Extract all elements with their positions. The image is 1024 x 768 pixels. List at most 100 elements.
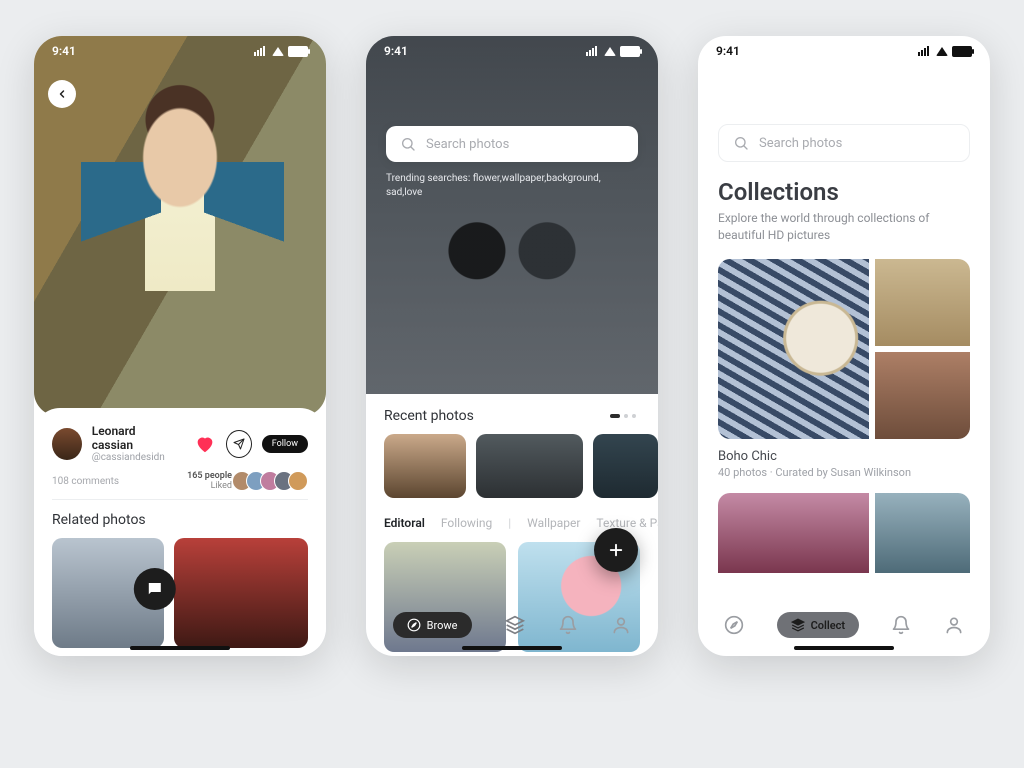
author-row: Leonard cassian @cassiandesidn Follow bbox=[52, 424, 308, 463]
comments-fab[interactable] bbox=[134, 568, 176, 610]
battery-icon bbox=[620, 46, 640, 57]
author-text: Leonard cassian @cassiandesidn bbox=[92, 424, 174, 463]
nav-collections-label: Collect bbox=[811, 619, 845, 632]
status-bar: 9:41 bbox=[698, 36, 990, 66]
layers-icon bbox=[791, 618, 805, 632]
add-fab[interactable] bbox=[594, 528, 638, 572]
likes-count: 165 people bbox=[187, 471, 232, 481]
trending-searches[interactable]: Trending searches: flower,wallpaper,back… bbox=[386, 172, 638, 200]
author-name[interactable]: Leonard cassian bbox=[92, 424, 174, 452]
comments-count[interactable]: 108 comments bbox=[52, 476, 119, 487]
likes-label: Liked bbox=[187, 481, 232, 491]
nav-notifications[interactable] bbox=[558, 615, 578, 635]
status-time: 9:41 bbox=[716, 44, 740, 58]
send-icon bbox=[233, 438, 245, 450]
tab-following[interactable]: Following bbox=[441, 516, 492, 530]
collection-card[interactable] bbox=[718, 493, 970, 573]
battery-icon bbox=[288, 46, 308, 57]
likes-block[interactable]: 165 people Liked bbox=[187, 471, 308, 491]
tab-texture[interactable]: Texture & Pa bbox=[596, 516, 658, 530]
recent-photo[interactable] bbox=[476, 434, 584, 498]
liker-avatars bbox=[238, 471, 308, 491]
wifi-icon bbox=[936, 47, 948, 56]
back-button[interactable] bbox=[48, 80, 76, 108]
chevron-left-icon bbox=[56, 88, 68, 100]
bottom-nav: Collect bbox=[698, 612, 990, 638]
collection-thumb bbox=[875, 259, 970, 346]
heart-icon bbox=[194, 433, 216, 455]
stats-row: 108 comments 165 people Liked bbox=[52, 471, 308, 500]
compass-icon bbox=[724, 615, 744, 635]
carousel-dots[interactable] bbox=[610, 414, 636, 418]
like-button[interactable] bbox=[194, 433, 216, 455]
signal-icon bbox=[586, 46, 600, 56]
related-photo[interactable] bbox=[174, 538, 308, 648]
collection-meta: 40 photos · Curated by Susan Wilkinson bbox=[718, 466, 970, 479]
layers-icon bbox=[505, 615, 525, 635]
share-button[interactable] bbox=[226, 430, 252, 458]
search-box[interactable]: Search photos bbox=[386, 126, 638, 162]
status-bar: 9:41 bbox=[366, 36, 658, 66]
nav-browse[interactable] bbox=[724, 615, 744, 635]
nav-collections[interactable]: Collect bbox=[777, 612, 859, 638]
search-placeholder: Search photos bbox=[426, 137, 509, 152]
recent-photo[interactable] bbox=[384, 434, 466, 498]
home-indicator bbox=[130, 646, 230, 650]
collection-thumb bbox=[875, 352, 970, 439]
user-icon bbox=[611, 615, 631, 635]
home-indicator bbox=[794, 646, 894, 650]
bottom-nav: Browe bbox=[366, 612, 658, 638]
collection-title[interactable]: Boho Chic bbox=[718, 449, 970, 464]
author-handle: @cassiandesidn bbox=[92, 452, 174, 463]
recent-heading: Recent photos bbox=[384, 408, 474, 424]
nav-browse[interactable]: Browe bbox=[393, 612, 472, 638]
page-title: Collections bbox=[718, 178, 970, 206]
screen-browse: 9:41 Search photos Trending searches: fl… bbox=[366, 36, 658, 656]
tab-separator: | bbox=[508, 516, 511, 530]
signal-icon bbox=[254, 46, 268, 56]
search-icon bbox=[400, 136, 416, 152]
search-icon bbox=[733, 135, 749, 151]
photo-info-card: Leonard cassian @cassiandesidn Follow 10… bbox=[34, 408, 326, 656]
status-indicators bbox=[918, 46, 972, 57]
wifi-icon bbox=[272, 47, 284, 56]
wifi-icon bbox=[604, 47, 616, 56]
collection-cover bbox=[718, 259, 869, 439]
browse-hero: Search photos Trending searches: flower,… bbox=[366, 36, 658, 394]
screen-collections: 9:41 Search photos Collections Explore t… bbox=[698, 36, 990, 656]
nav-notifications[interactable] bbox=[891, 615, 911, 635]
chat-icon bbox=[146, 580, 164, 598]
follow-button[interactable]: Follow bbox=[262, 435, 308, 453]
status-indicators bbox=[586, 46, 640, 57]
bell-icon bbox=[558, 615, 578, 635]
bell-icon bbox=[891, 615, 911, 635]
nav-collections[interactable] bbox=[505, 615, 525, 635]
collection-thumb bbox=[875, 493, 970, 573]
collection-card[interactable] bbox=[718, 259, 970, 439]
nav-profile[interactable] bbox=[944, 615, 964, 635]
status-bar: 9:41 bbox=[34, 36, 326, 66]
compass-icon bbox=[407, 618, 421, 632]
status-time: 9:41 bbox=[52, 44, 76, 58]
nav-profile[interactable] bbox=[611, 615, 631, 635]
hero-photo[interactable] bbox=[34, 36, 326, 416]
user-icon bbox=[944, 615, 964, 635]
status-time: 9:41 bbox=[384, 44, 408, 58]
nav-browse-label: Browe bbox=[427, 619, 458, 632]
collections-body: Search photos Collections Explore the wo… bbox=[698, 36, 990, 656]
author-avatar[interactable] bbox=[52, 428, 82, 460]
screen-photo-detail: 9:41 Leonard cassian @cassiandesidn bbox=[34, 36, 326, 656]
tab-wallpaper[interactable]: Wallpaper bbox=[527, 516, 580, 530]
home-indicator bbox=[462, 646, 562, 650]
search-box[interactable]: Search photos bbox=[718, 124, 970, 162]
page-subtitle: Explore the world through collections of… bbox=[718, 210, 970, 245]
recent-photo[interactable] bbox=[593, 434, 658, 498]
collection-cover bbox=[718, 493, 869, 573]
related-heading: Related photos bbox=[52, 512, 308, 528]
battery-icon bbox=[952, 46, 972, 57]
related-photos-row bbox=[52, 538, 308, 648]
signal-icon bbox=[918, 46, 932, 56]
recent-photos-row[interactable] bbox=[384, 434, 658, 498]
tab-editoral[interactable]: Editoral bbox=[384, 516, 425, 530]
search-placeholder: Search photos bbox=[759, 136, 842, 151]
